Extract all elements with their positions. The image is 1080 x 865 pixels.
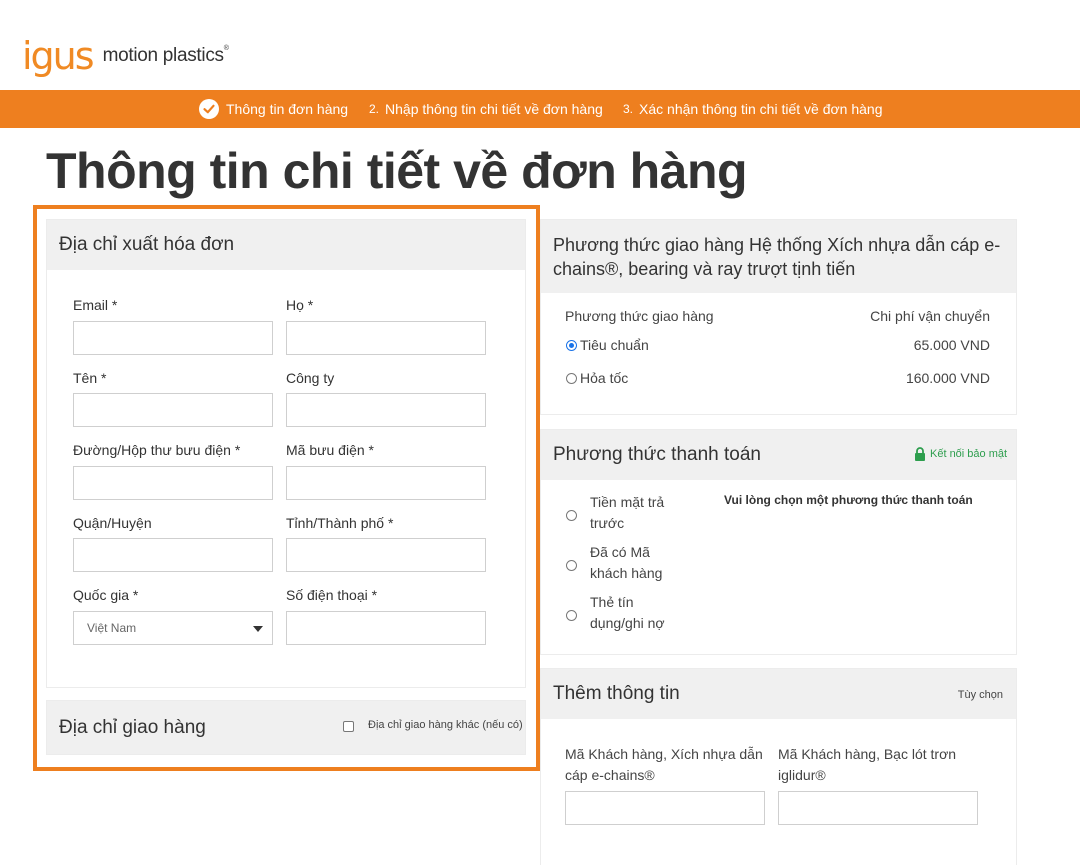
payment-cash-radio[interactable]: [566, 510, 577, 521]
email-label: Email *: [73, 297, 118, 313]
phone-label: Số điện thoại *: [286, 587, 378, 603]
billing-title: Địa chỉ xuất hóa đơn: [59, 234, 235, 255]
company-label: Công ty: [286, 370, 335, 386]
shipping-method-column-label: Phương thức giao hàng: [565, 308, 714, 324]
step-2-number: 2.: [369, 102, 380, 116]
extra-info-optional: Tùy chọn: [957, 689, 1003, 701]
step-1-label: Thông tin đơn hàng: [226, 101, 349, 117]
postcode-field[interactable]: [286, 466, 486, 500]
shipping-address-panel: Địa chỉ giao hàng Địa chỉ giao hàng khác…: [46, 700, 526, 755]
different-shipping-checkbox[interactable]: [343, 721, 354, 732]
caret-down-icon: [253, 626, 263, 632]
street-label: Đường/Hộp thư bưu điện *: [73, 442, 241, 458]
payment-customer-code-radio[interactable]: [566, 560, 577, 571]
company-field[interactable]: [286, 393, 486, 427]
logo-tagline: motion plastics®: [102, 45, 229, 66]
secure-connection-label: Kết nối bảo mật: [930, 448, 1008, 460]
payment-method-title: Phương thức thanh toán: [553, 444, 761, 465]
echains-customer-code-field[interactable]: [565, 791, 765, 825]
iglidur-customer-code-label: Mã Khách hàng, Bạc lót trơn iglidur®: [778, 746, 957, 783]
payment-method-panel: Phương thức thanh toán Kết nối bảo mật T…: [540, 429, 1017, 655]
step-3-number: 3.: [623, 102, 634, 116]
step-2-label: Nhập thông tin chi tiết về đơn hàng: [385, 101, 603, 117]
city-label: Tỉnh/Thành phố *: [286, 515, 394, 531]
first-name-label: Tên *: [73, 370, 107, 386]
lock-icon: [915, 447, 925, 461]
shipping-method-header: Phương thức giao hàng Hệ thống Xích nhựa…: [541, 220, 1016, 293]
shipping-standard-label: Tiêu chuẩn: [580, 337, 649, 353]
first-name-field[interactable]: [73, 393, 273, 427]
extra-info-header: Thêm thông tin: [541, 669, 1016, 719]
country-select[interactable]: Việt Nam: [73, 611, 273, 645]
country-selected-value: Việt Nam: [87, 621, 137, 635]
shipping-standard-radio[interactable]: [566, 340, 577, 351]
checkout-steps-bar: Thông tin đơn hàng 2. Nhập thông tin chi…: [0, 90, 1080, 128]
payment-card-radio[interactable]: [566, 610, 577, 621]
extra-info-title: Thêm thông tin: [553, 683, 680, 704]
shipping-method-title: Phương thức giao hàng Hệ thống Xích nhựa…: [553, 234, 1001, 279]
district-label: Quận/Huyện: [73, 515, 152, 531]
district-field[interactable]: [73, 538, 273, 572]
phone-field[interactable]: [286, 611, 486, 645]
payment-card-label: Thẻ tín dụng/ghi nợ: [590, 594, 665, 631]
step-3-label: Xác nhận thông tin chi tiết về đơn hàng: [639, 101, 883, 117]
last-name-label: Họ *: [286, 297, 314, 313]
step-3[interactable]: 3. Xác nhận thông tin chi tiết về đơn hà…: [623, 90, 882, 128]
step-2[interactable]: 2. Nhập thông tin chi tiết về đơn hàng: [369, 90, 603, 128]
secure-connection: Kết nối bảo mật: [914, 447, 1007, 461]
country-label: Quốc gia *: [73, 587, 139, 603]
payment-prompt: Vui lòng chọn một phương thức thanh toán: [724, 493, 973, 507]
iglidur-customer-code-field[interactable]: [778, 791, 978, 825]
step-1[interactable]: Thông tin đơn hàng: [199, 90, 348, 128]
extra-info-panel: Thêm thông tin Tùy chọn Mã Khách hàng, X…: [540, 668, 1017, 865]
shipping-method-panel: Phương thức giao hàng Hệ thống Xích nhựa…: [540, 219, 1017, 415]
shipping-standard-cost: 65.000 VND: [913, 337, 990, 353]
shipping-express-cost: 160.000 VND: [905, 370, 990, 386]
logo-wordmark: igus: [22, 34, 95, 78]
shipping-cost-column-label: Chi phí vận chuyển: [870, 308, 990, 324]
city-field[interactable]: [286, 538, 486, 572]
email-field[interactable]: [73, 321, 273, 355]
shipping-express-radio[interactable]: [566, 373, 577, 384]
payment-customer-code-label: Đã có Mã khách hàng: [590, 544, 663, 581]
payment-cash-label: Tiền mặt trả trước: [590, 494, 665, 531]
billing-header: Địa chỉ xuất hóa đơn: [47, 220, 525, 270]
last-name-field[interactable]: [286, 321, 486, 355]
different-shipping-label: Địa chỉ giao hàng khác (nếu có): [368, 719, 523, 731]
shipping-address-title: Địa chỉ giao hàng: [59, 716, 206, 738]
echains-customer-code-label: Mã Khách hàng, Xích nhựa dẫn cáp e-chains…: [565, 746, 763, 783]
billing-address-panel: Địa chỉ xuất hóa đơn Email * Họ * Tên * …: [46, 219, 526, 688]
igus-logo[interactable]: igus motion plastics®: [22, 34, 229, 76]
check-circle-icon: [199, 99, 219, 119]
shipping-express-label: Hỏa tốc: [580, 370, 629, 386]
page-title: Thông tin chi tiết về đơn hàng: [46, 143, 748, 199]
postcode-label: Mã bưu điện *: [286, 442, 374, 458]
street-field[interactable]: [73, 466, 273, 500]
